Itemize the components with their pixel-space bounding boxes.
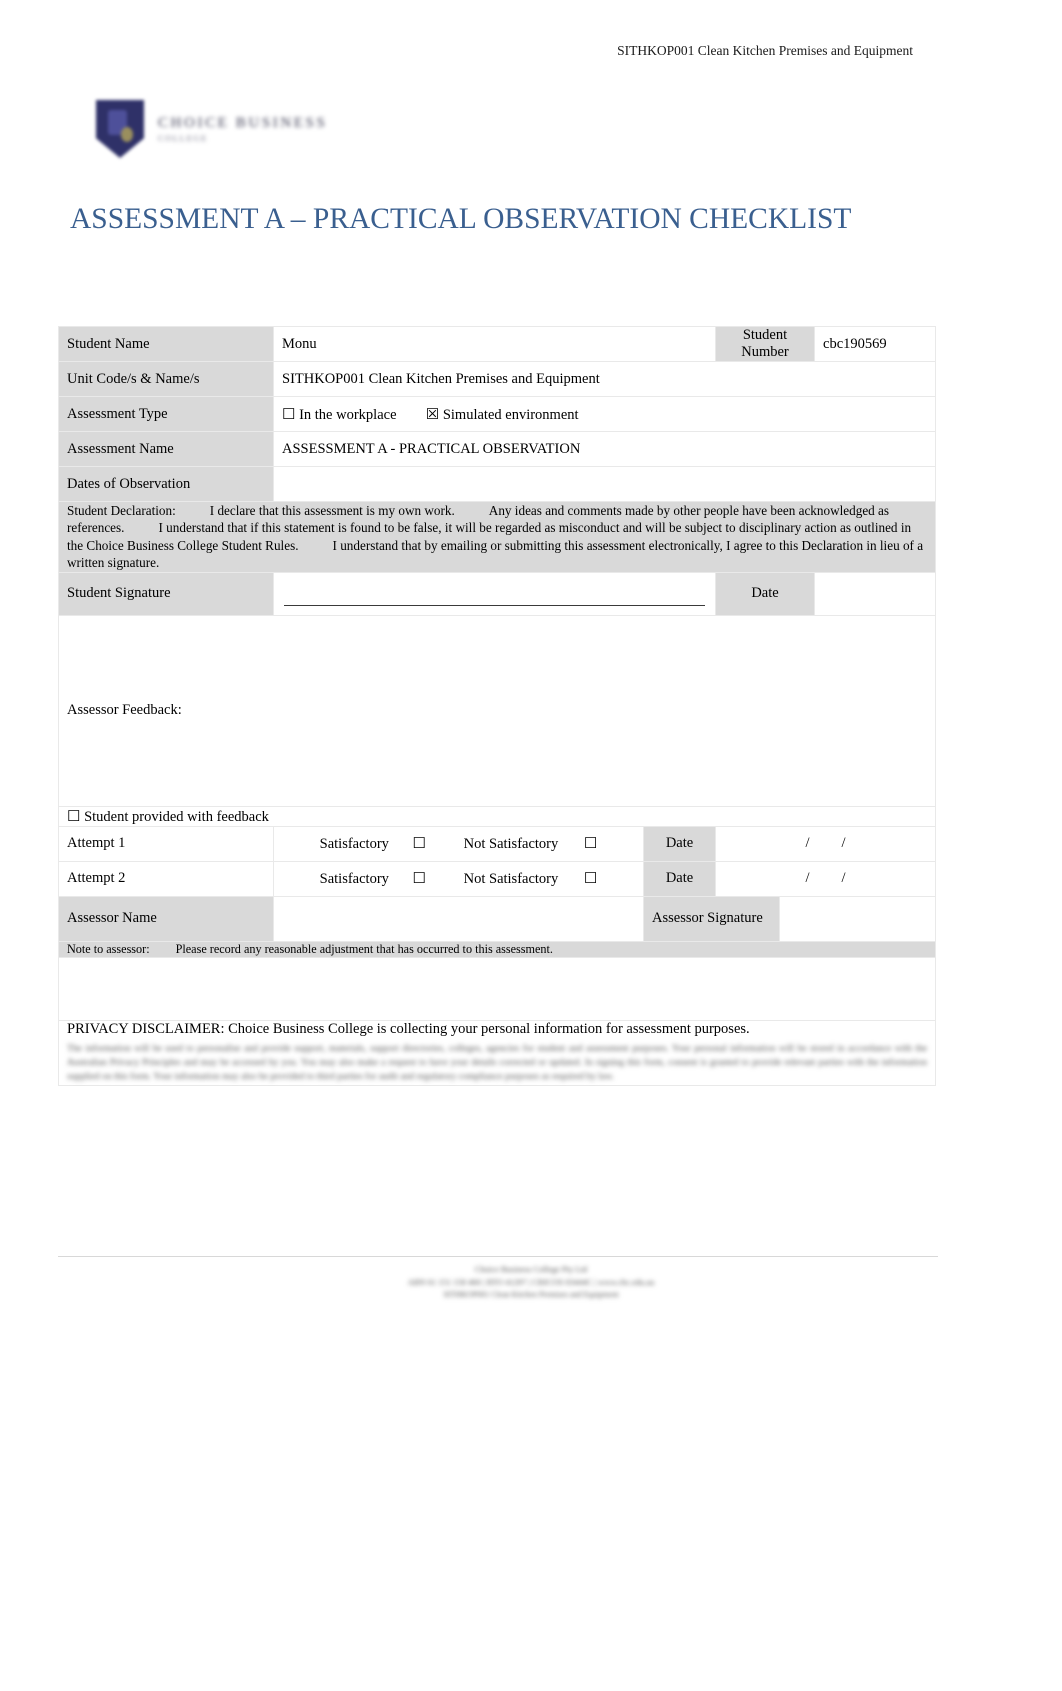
assessment-cover-table: Student Name Monu Student Number cbc1905… [57, 326, 937, 1086]
student-date-value[interactable] [814, 571, 937, 616]
student-signature-label: Student Signature [58, 571, 274, 616]
attempt-2-not-satisfactory-label: Not Satisfactory [463, 871, 559, 888]
page-title: ASSESSMENT A – PRACTICAL OBSERVATION CHE… [70, 203, 852, 235]
privacy-disclaimer-lead: Choice Business College is collecting yo… [228, 1020, 750, 1037]
assessor-signature-value[interactable] [778, 895, 937, 942]
unit-code-value[interactable]: SITHKOP001 Clean Kitchen Premises and Eq… [272, 361, 937, 397]
checkbox-student-provided-with-feedback[interactable]: ☐ [67, 809, 80, 825]
table-row: Attempt 2 Satisfactory ☐ Not Satisfactor… [58, 860, 937, 897]
table-row: Note to assessor: Please record any reaso… [57, 940, 937, 958]
attempt-2-date-label: Date [643, 860, 716, 897]
table-row [57, 956, 937, 1021]
logo-name-line1: CHOICE BUSINESS [158, 115, 328, 132]
table-row: Assessor Feedback: [57, 614, 937, 807]
note-to-assessor-label: Note to assessor: [67, 941, 150, 956]
document-page: SITHKOP001 Clean Kitchen Premises and Eq… [0, 0, 1062, 1691]
footer-divider [58, 1256, 938, 1257]
signature-line [284, 585, 705, 607]
attempt-2-date-value[interactable]: / / [714, 860, 937, 897]
attempt-1-result-options: Satisfactory ☐ Not Satisfactory ☐ [273, 825, 644, 862]
privacy-disclaimer-body: The information will be used to personal… [67, 1042, 928, 1083]
checkbox-attempt-2-satisfactory[interactable]: ☐ [413, 871, 426, 887]
attempt-1-not-satisfactory-label: Not Satisfactory [463, 836, 559, 853]
logo-name-line2: COLLEGE [158, 133, 208, 144]
page-footer: Choice Business College Pty Ltd ABN 61 1… [0, 1263, 1062, 1301]
assessor-feedback-label: Assessor Feedback: [67, 702, 182, 719]
assessment-name-label: Assessment Name [58, 431, 274, 467]
table-row: PRIVACY DISCLAIMER: Choice Business Coll… [57, 1019, 937, 1086]
date-slash-1: / [805, 835, 810, 852]
date-slash-3: / [805, 870, 810, 887]
college-logo: CHOICE BUSINESS COLLEGE [96, 98, 346, 160]
unit-code-label: Unit Code/s & Name/s [58, 361, 274, 397]
student-name-value[interactable]: Monu [273, 326, 716, 362]
logo-wordmark: CHOICE BUSINESS COLLEGE [158, 114, 327, 143]
page-header-unit-ref: SITHKOP001 Clean Kitchen Premises and Eq… [617, 43, 913, 58]
option-label-workplace: In the workplace [299, 406, 397, 423]
footer-line-1: Choice Business College Pty Ltd [474, 1264, 588, 1274]
date-slash-2: / [841, 835, 846, 852]
student-provided-feedback-row: ☐ Student provided with feedback [57, 805, 937, 827]
footer-line-2: ABN 61 151 158 460 | RTO 41297 | CRICOS … [407, 1276, 655, 1287]
assessment-name-value[interactable]: ASSESSMENT A - PRACTICAL OBSERVATION [272, 431, 937, 467]
assessor-name-label: Assessor Name [58, 895, 274, 942]
student-date-label: Date [714, 571, 816, 616]
assessor-name-value[interactable] [273, 895, 644, 942]
assessor-signature-label: Assessor Signature [643, 895, 780, 942]
table-row: Dates of Observation [58, 466, 937, 502]
checkbox-attempt-1-satisfactory[interactable]: ☐ [413, 836, 426, 852]
declaration-label: Student Declaration: [67, 503, 176, 518]
student-signature-field[interactable] [273, 571, 716, 616]
checkbox-attempt-2-not-satisfactory[interactable]: ☐ [584, 871, 597, 887]
attempt-1-satisfactory-label: Satisfactory [319, 836, 389, 853]
table-row: ☐ Student provided with feedback [57, 805, 937, 827]
table-row: Unit Code/s & Name/s SITHKOP001 Clean Ki… [58, 361, 937, 397]
note-to-assessor: Note to assessor: Please record any reaso… [57, 940, 937, 958]
checkbox-attempt-1-not-satisfactory[interactable]: ☐ [584, 836, 597, 852]
date-slash-4: / [841, 870, 846, 887]
table-row: Assessor Name Assessor Signature [58, 895, 937, 942]
privacy-disclaimer-title: PRIVACY DISCLAIMER: [67, 1020, 225, 1037]
table-row: Student Declaration: I declare that this … [57, 501, 937, 573]
attempt-1-label: Attempt 1 [58, 825, 274, 862]
assessment-type-label: Assessment Type [58, 396, 274, 432]
table-row: Attempt 1 Satisfactory ☐ Not Satisfactor… [58, 825, 937, 862]
note-to-assessor-text: Please record any reasonable adjustment … [175, 941, 553, 956]
assessment-type-options: ☐ In the workplace ☒ Simulated environme… [272, 396, 937, 432]
table-row: Assessment Name ASSESSMENT A - PRACTICAL… [58, 431, 937, 467]
table-row: Student Name Monu Student Number cbc1905… [58, 326, 937, 362]
footer-line-3: SITHKOP001 Clean Kitchen Premises and Eq… [443, 1289, 619, 1299]
table-row: Assessment Type ☐ In the workplace ☒ Sim… [58, 396, 937, 432]
checkbox-simulated-environment[interactable]: ☒ [426, 407, 439, 423]
student-number-label: Student Number [714, 326, 816, 362]
shield-icon [96, 100, 144, 158]
student-number-value[interactable]: cbc190569 [814, 326, 937, 362]
attempt-2-result-options: Satisfactory ☐ Not Satisfactory ☐ [273, 860, 644, 897]
declaration-part-1: I declare that this assessment is my own… [209, 503, 455, 518]
attempt-2-satisfactory-label: Satisfactory [319, 871, 389, 888]
attempt-1-date-label: Date [643, 825, 716, 862]
student-name-label: Student Name [58, 326, 274, 362]
attempt-2-label: Attempt 2 [58, 860, 274, 897]
table-row: Student Signature Date [58, 571, 937, 616]
dates-of-observation-label: Dates of Observation [58, 466, 274, 502]
dates-of-observation-value[interactable] [272, 466, 937, 502]
checkbox-in-the-workplace[interactable]: ☐ [282, 407, 295, 423]
student-declaration: Student Declaration: I declare that this … [57, 501, 937, 573]
student-provided-feedback-label: Student provided with feedback [84, 808, 269, 825]
reasonable-adjustment-field[interactable] [57, 956, 937, 1021]
attempt-1-date-value[interactable]: / / [714, 825, 937, 862]
option-label-simulated: Simulated environment [442, 406, 579, 423]
assessor-feedback-area[interactable]: Assessor Feedback: [57, 614, 937, 807]
privacy-disclaimer: PRIVACY DISCLAIMER: Choice Business Coll… [57, 1019, 937, 1086]
